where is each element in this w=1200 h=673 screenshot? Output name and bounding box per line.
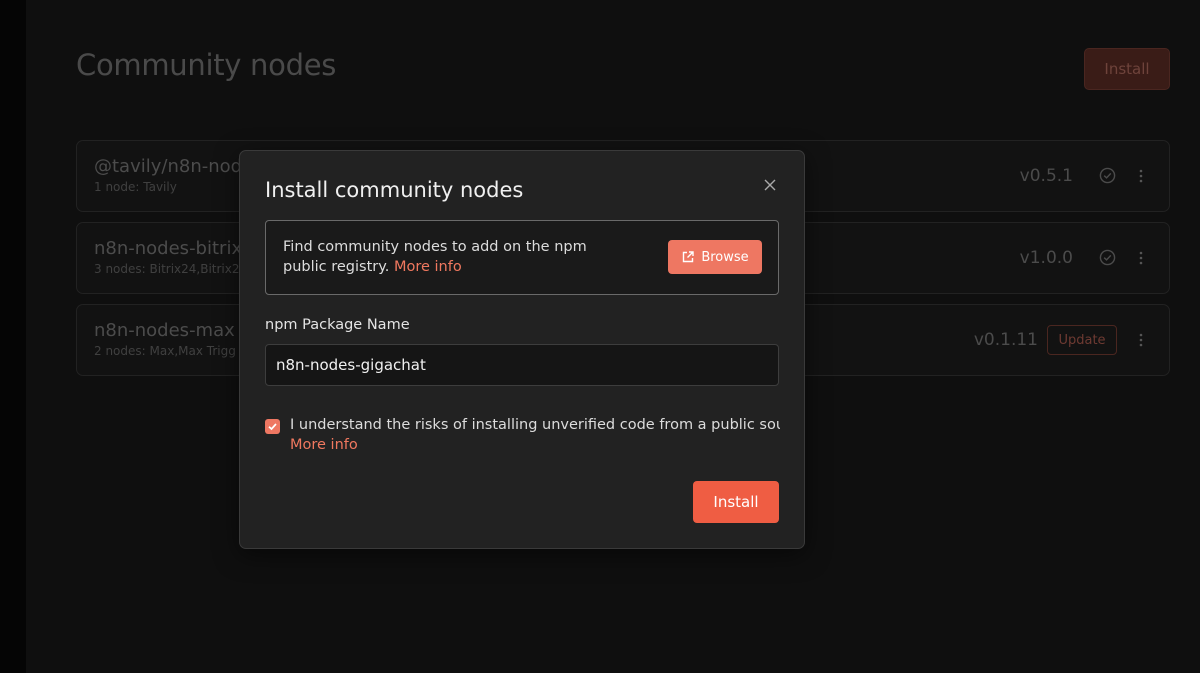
risk-more-info-link[interactable]: More info: [290, 435, 358, 455]
package-name-label: npm Package Name: [265, 317, 410, 333]
more-options-icon[interactable]: [1139, 250, 1143, 266]
package-version: v1.0.0: [1019, 248, 1073, 268]
info-callout: Find community nodes to add on the npm p…: [265, 220, 779, 295]
sidebar-strip: [0, 0, 26, 673]
verified-check-icon: [1099, 249, 1116, 266]
header-install-button[interactable]: Install: [1084, 48, 1170, 90]
install-button[interactable]: Install: [693, 481, 779, 523]
risk-consent-checkbox[interactable]: [265, 419, 280, 434]
install-community-nodes-dialog: Install community nodes Find community n…: [239, 150, 805, 549]
browse-button[interactable]: Browse: [668, 240, 762, 274]
package-name-input[interactable]: [265, 344, 779, 386]
external-link-icon: [683, 251, 695, 263]
info-text: Find community nodes to add on the npm p…: [283, 237, 633, 277]
package-version: v0.5.1: [1019, 166, 1073, 186]
package-node-list: 1 node: Tavily: [94, 180, 177, 194]
more-options-icon[interactable]: [1139, 168, 1143, 184]
more-options-icon[interactable]: [1139, 332, 1143, 348]
verified-check-icon: [1099, 167, 1116, 184]
checkmark-icon: [268, 423, 277, 431]
update-button[interactable]: Update: [1047, 325, 1117, 355]
package-version: v0.1.11: [973, 330, 1038, 350]
package-node-list: 3 nodes: Bitrix24,Bitrix2: [94, 262, 240, 276]
package-name: n8n-nodes-max: [94, 320, 235, 341]
browse-label: Browse: [701, 249, 749, 265]
dialog-title: Install community nodes: [265, 178, 524, 202]
risk-consent-text: I understand the risks of installing unv…: [290, 417, 780, 433]
package-name: @tavily/n8n-nodes: [94, 156, 263, 177]
page-title: Community nodes: [76, 48, 337, 82]
package-name: n8n-nodes-bitrix2: [94, 238, 254, 259]
info-more-link[interactable]: More info: [394, 259, 462, 275]
close-icon[interactable]: [762, 177, 778, 193]
package-node-list: 2 nodes: Max,Max Trigg: [94, 344, 236, 358]
